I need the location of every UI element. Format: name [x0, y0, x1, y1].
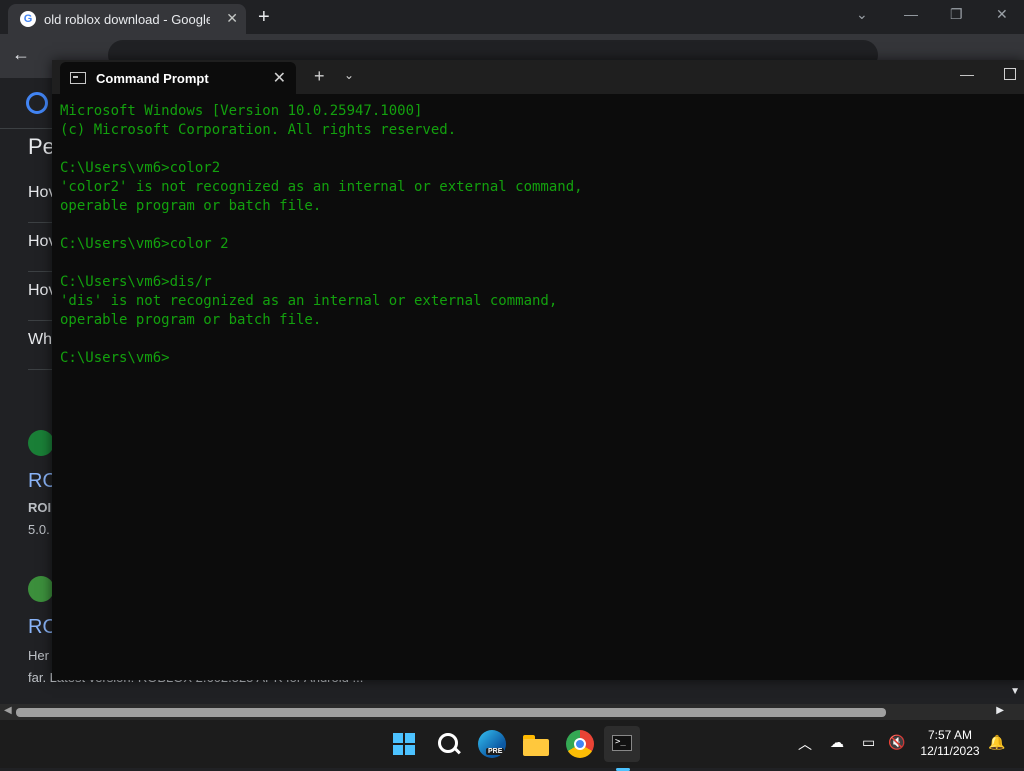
minimize-icon[interactable]: —	[904, 6, 918, 22]
tab-search-chevron-icon[interactable]: ⌄	[856, 6, 868, 23]
chevron-down-icon[interactable]: ⌄	[344, 68, 354, 82]
terminal-line: Microsoft Windows [Version 10.0.25947.10…	[60, 103, 423, 119]
terminal-line: 'dis' is not recognized as an internal o…	[60, 293, 558, 309]
chrome-tab-bar: G old roblox download - Google Search ✕ …	[0, 0, 1024, 34]
people-also-ask-heading: Pe	[28, 134, 55, 159]
google-favicon-icon: G	[20, 11, 36, 27]
windows-logo-pane	[405, 733, 415, 743]
scroll-left-arrow-icon[interactable]: ◀	[4, 705, 12, 716]
terminal-line: C:\Users\vm6>dis/r	[60, 274, 212, 290]
volume-muted-icon[interactable]: 🔇	[888, 734, 905, 751]
paa-question[interactable]: Wh	[28, 331, 52, 349]
result-bold-text: ROI	[28, 500, 52, 515]
divider	[28, 320, 52, 321]
divider	[28, 271, 52, 272]
terminal-titlebar[interactable]: Command Prompt ✕ + ⌄ —	[52, 60, 1024, 94]
taskbar: PRE >_ ︿ ☁ ▭ 🔇 7:57 AM 12/11/2023 🔔	[0, 720, 1024, 771]
windows-logo-pane	[393, 745, 403, 755]
terminal-line: operable program or batch file.	[60, 198, 322, 214]
edge-browser-icon[interactable]: PRE	[478, 730, 506, 758]
chrome-tab-search[interactable]: G old roblox download - Google Search ✕	[8, 4, 246, 34]
terminal-tab-title: Command Prompt	[96, 70, 209, 86]
terminal-tab-command-prompt[interactable]: Command Prompt ✕	[60, 62, 296, 94]
clock-date: 12/11/2023	[920, 744, 980, 758]
clock-time: 7:57 AM	[927, 728, 973, 742]
terminal-taskbar-icon[interactable]: >_	[604, 726, 640, 771]
horizontal-scrollbar[interactable]: ◀ ▶	[0, 704, 1024, 720]
scrollbar-thumb[interactable]	[16, 708, 886, 717]
terminal-line: operable program or batch file.	[60, 312, 322, 328]
notification-bell-icon[interactable]: 🔔	[988, 734, 1005, 751]
command-prompt-icon	[70, 72, 86, 84]
windows-start-icon[interactable]	[390, 730, 418, 758]
network-icon[interactable]: ▭	[862, 734, 875, 751]
close-tab-icon[interactable]: ✕	[273, 68, 286, 88]
divider	[28, 369, 52, 370]
new-tab-icon[interactable]: +	[314, 66, 325, 87]
terminal-line: (c) Microsoft Corporation. All rights re…	[60, 122, 457, 138]
result-snippet: Her	[28, 648, 49, 663]
search-icon[interactable]	[434, 730, 462, 758]
scroll-right-arrow-icon[interactable]: ▶	[996, 705, 1004, 716]
onedrive-offline-icon[interactable]: ☁	[830, 734, 844, 751]
new-tab-icon[interactable]: +	[258, 6, 270, 29]
site-favicon-icon	[28, 576, 54, 602]
back-arrow-icon[interactable]: ←	[12, 44, 30, 65]
chrome-tab-title: old roblox download - Google Search	[44, 11, 210, 27]
terminal-line: C:\Users\vm6>color 2	[60, 236, 229, 252]
clock[interactable]: 7:57 AM 12/11/2023	[918, 728, 982, 758]
terminal-glyph-icon: >_	[612, 735, 632, 751]
terminal-line: 'color2' is not recognized as an interna…	[60, 179, 583, 195]
result-snippet: 5.0.	[28, 522, 50, 537]
show-hidden-icons-chevron-icon[interactable]: ︿	[798, 734, 812, 754]
terminal-line: C:\Users\vm6>	[60, 350, 170, 366]
minimize-icon[interactable]: —	[960, 66, 974, 82]
edge-preview-badge: PRE	[486, 748, 505, 755]
close-window-icon[interactable]: ✕	[996, 6, 1008, 23]
scroll-down-arrow-icon[interactable]: ▼	[1010, 686, 1020, 697]
restore-icon[interactable]: ❐	[950, 6, 963, 23]
file-explorer-icon[interactable]	[522, 730, 550, 758]
maximize-icon[interactable]	[1004, 68, 1016, 80]
site-favicon-icon	[28, 430, 54, 456]
windows-logo-pane	[405, 745, 415, 755]
terminal-window[interactable]: Command Prompt ✕ + ⌄ — Microsoft Windows…	[52, 60, 1024, 680]
windows-logo-pane	[393, 733, 403, 743]
chrome-icon[interactable]	[566, 730, 594, 758]
terminal-line: C:\Users\vm6>color2	[60, 160, 221, 176]
close-tab-icon[interactable]: ✕	[226, 10, 238, 27]
divider	[28, 222, 52, 223]
google-logo-icon[interactable]	[26, 92, 48, 114]
terminal-output[interactable]: Microsoft Windows [Version 10.0.25947.10…	[60, 102, 1010, 368]
